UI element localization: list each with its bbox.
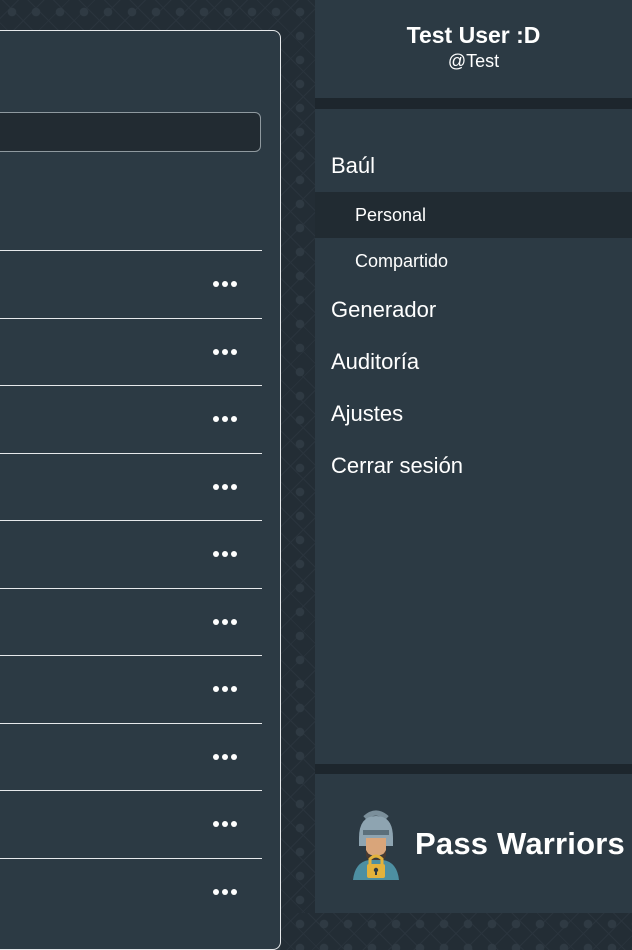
more-dots-icon[interactable] (210, 614, 240, 630)
sidebar-item-shared[interactable]: Compartido (315, 238, 632, 284)
sidebar-nav: Baúl Personal Compartido Generador Audit… (315, 109, 632, 764)
more-dots-icon[interactable] (210, 681, 240, 697)
more-dots-icon[interactable] (210, 344, 240, 360)
more-dots-icon[interactable] (210, 884, 240, 900)
vault-row[interactable] (0, 520, 262, 588)
brand-name: Pass Warriors (415, 826, 625, 861)
vault-row[interactable] (0, 722, 262, 791)
sidebar-item-personal[interactable]: Personal (315, 192, 632, 238)
vault-row[interactable] (0, 587, 262, 656)
warrior-helmet-lock-icon (353, 810, 399, 880)
user-card[interactable]: Test User :D @Test (315, 0, 632, 98)
sidebar: Test User :D @Test Baúl Personal Compart… (315, 0, 632, 913)
user-name: Test User :D (406, 22, 541, 48)
vault-row[interactable] (0, 250, 262, 318)
sidebar-item-audit[interactable]: Auditoría (331, 349, 419, 375)
sidebar-item-vault[interactable]: Baúl (331, 153, 375, 179)
more-dots-icon[interactable] (210, 816, 240, 832)
vault-row[interactable] (0, 857, 262, 926)
vault-row[interactable] (0, 655, 262, 723)
brand: Pass Warriors (315, 774, 632, 913)
sidebar-item-logout[interactable]: Cerrar sesión (331, 453, 463, 479)
more-dots-icon[interactable] (210, 411, 240, 427)
vault-row[interactable] (0, 452, 262, 521)
sidebar-item-settings[interactable]: Ajustes (331, 401, 403, 427)
user-handle: @Test (447, 51, 500, 71)
vault-list (0, 250, 262, 925)
more-dots-icon[interactable] (210, 479, 240, 495)
sidebar-item-generator[interactable]: Generador (331, 297, 436, 323)
vault-row[interactable] (0, 790, 262, 858)
vault-row[interactable] (0, 317, 262, 386)
more-dots-icon[interactable] (210, 276, 240, 292)
more-dots-icon[interactable] (210, 749, 240, 765)
search-input[interactable] (0, 112, 261, 152)
vault-row[interactable] (0, 385, 262, 453)
more-dots-icon[interactable] (210, 546, 240, 562)
